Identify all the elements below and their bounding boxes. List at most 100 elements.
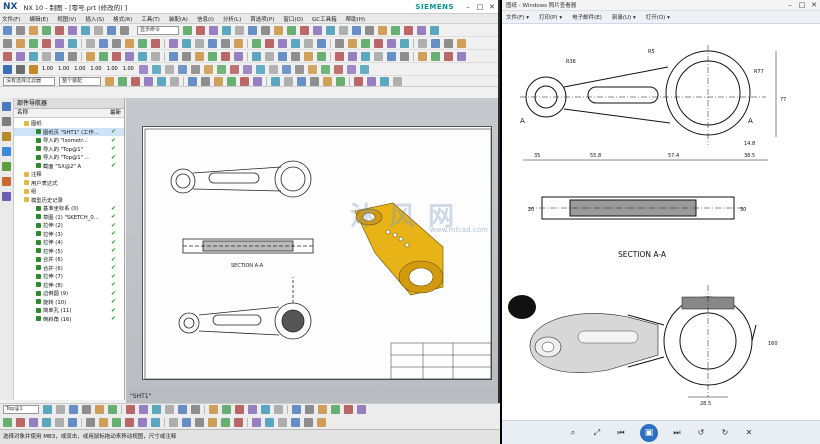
drawing-sheet[interactable]: SECTION A-A: [142, 126, 492, 380]
graphics-window[interactable]: SECTION A-A "SHT1": [126, 98, 498, 403]
navigator-row[interactable]: 拉伸 (5) ✔: [14, 247, 124, 256]
viewer-minimize-button[interactable]: –: [784, 0, 796, 11]
toolbar-button-icon[interactable]: [55, 38, 64, 48]
toolbar-button-icon[interactable]: [68, 25, 77, 35]
dimension-style-button[interactable]: 1.00: [58, 66, 69, 72]
toolbar-button-icon[interactable]: [95, 405, 104, 414]
toolbar-button-icon[interactable]: [164, 64, 174, 74]
toolbar-button-icon[interactable]: [112, 38, 121, 48]
toolbar-button-icon[interactable]: [69, 405, 78, 414]
navigator-row[interactable]: 拉伸 (3) ✔: [14, 230, 124, 239]
toolbar-button-icon[interactable]: [42, 25, 51, 35]
toolbar-button-icon[interactable]: [55, 25, 64, 35]
toolbar-button-icon[interactable]: [400, 51, 409, 61]
toolbar-button-icon[interactable]: [214, 76, 223, 86]
toolbar-button-icon[interactable]: [209, 405, 218, 414]
toolbar-button-icon[interactable]: [300, 25, 309, 35]
navigator-row[interactable]: 模型历史记录: [14, 196, 124, 205]
toolbar-button-icon[interactable]: [248, 25, 257, 35]
toolbar-button-icon[interactable]: [81, 25, 90, 35]
toolbar-button-icon[interactable]: [55, 417, 64, 427]
toolbar-button-icon[interactable]: [242, 64, 252, 74]
dimension-style-button[interactable]: 1.00: [107, 66, 118, 72]
toolbar-button-icon[interactable]: [195, 417, 204, 427]
toolbar-button-icon[interactable]: [108, 405, 117, 414]
navigator-row[interactable]: 导入的 "Top@1" ... ✔: [14, 153, 124, 162]
visibility-checkbox[interactable]: [36, 231, 41, 237]
toolbar-button-icon[interactable]: [387, 38, 396, 48]
toolbar-button-icon[interactable]: [274, 25, 283, 35]
toolbar-button-icon[interactable]: [144, 76, 153, 86]
web-tab-icon[interactable]: [2, 147, 11, 156]
toolbar-button-icon[interactable]: [234, 417, 243, 427]
toolbar-button-icon[interactable]: [457, 38, 466, 48]
toolbar-button-icon[interactable]: [120, 25, 129, 35]
toolbar-button-icon[interactable]: [361, 38, 370, 48]
toolbar-button-icon[interactable]: [261, 405, 270, 414]
visibility-checkbox[interactable]: [36, 290, 41, 296]
constraint-tab-icon[interactable]: [2, 132, 11, 141]
toolbar-button-icon[interactable]: [430, 25, 439, 35]
toolbar-button-icon[interactable]: [365, 25, 374, 35]
visibility-checkbox[interactable]: [36, 299, 41, 305]
navigator-row[interactable]: 拉伸 (4) ✔: [14, 238, 124, 247]
navigator-row[interactable]: 倒斜角 (16) ✔: [14, 315, 124, 324]
visibility-checkbox[interactable]: [36, 282, 41, 288]
toolbar-button-icon[interactable]: [151, 64, 161, 74]
toolbar-button-icon[interactable]: [177, 64, 187, 74]
toolbar-button-icon[interactable]: [252, 51, 261, 61]
navigator-tab-icon[interactable]: [2, 102, 11, 111]
toolbar-button-icon[interactable]: [169, 417, 178, 427]
toolbar-button-icon[interactable]: [178, 405, 187, 414]
toolbar-button-icon[interactable]: [391, 25, 400, 35]
toolbar-button-icon[interactable]: [29, 25, 38, 35]
toolbar-button-icon[interactable]: [3, 64, 12, 74]
navigator-row[interactable]: 截面 "SX@2" A ✔: [14, 162, 124, 171]
toolbar-button-icon[interactable]: [107, 25, 116, 35]
toolbar-button-icon[interactable]: [151, 38, 160, 48]
toolbar-button-icon[interactable]: [252, 417, 261, 427]
toolbar-button-icon[interactable]: [278, 417, 287, 427]
toolbar-button-icon[interactable]: [335, 51, 344, 61]
column-name[interactable]: 名称: [17, 109, 28, 117]
toolbar-button-icon[interactable]: [374, 51, 383, 61]
toolbar-button-icon[interactable]: [304, 38, 313, 48]
visibility-checkbox[interactable]: [36, 239, 41, 245]
visibility-checkbox[interactable]: [24, 188, 29, 194]
toolbar-button-icon[interactable]: [457, 51, 466, 61]
toolbar-button-icon[interactable]: [265, 38, 274, 48]
toolbar-button-icon[interactable]: [55, 51, 64, 61]
toolbar-button-icon[interactable]: [367, 76, 376, 86]
toolbar-button-icon[interactable]: [234, 51, 243, 61]
toolbar-button-icon[interactable]: [152, 405, 161, 414]
visibility-checkbox[interactable]: [24, 120, 29, 126]
toolbar-button-icon[interactable]: [320, 64, 330, 74]
toolbar-button-icon[interactable]: [326, 25, 335, 35]
close-button[interactable]: ✕: [486, 1, 498, 13]
toolbar-button-icon[interactable]: [221, 51, 230, 61]
menu-item[interactable]: GC工具箱: [312, 15, 337, 23]
toolbar-button-icon[interactable]: [139, 405, 148, 414]
menu-item[interactable]: 视图(V): [57, 15, 76, 23]
toolbar-button-icon[interactable]: [431, 38, 440, 48]
toolbar-button-icon[interactable]: [42, 38, 51, 48]
toolbar-button-icon[interactable]: [278, 38, 287, 48]
toolbar-button-icon[interactable]: [86, 417, 95, 427]
toolbar-button-icon[interactable]: [221, 417, 230, 427]
slideshow-button[interactable]: ▣: [640, 423, 658, 442]
toolbar-button-icon[interactable]: [16, 25, 25, 35]
toolbar-button-icon[interactable]: [138, 38, 147, 48]
roles-tab-icon[interactable]: [2, 192, 11, 201]
toolbar-button-icon[interactable]: [361, 51, 370, 61]
toolbar-button-icon[interactable]: [253, 76, 262, 86]
menu-item[interactable]: 信息(I): [197, 15, 214, 23]
toolbar-button-icon[interactable]: [271, 76, 280, 86]
toolbar-button-icon[interactable]: [335, 38, 344, 48]
toolbar-button-icon[interactable]: [304, 417, 313, 427]
toolbar-button-icon[interactable]: [118, 76, 127, 86]
toolbar-button-icon[interactable]: [208, 38, 217, 48]
toolbar-button-icon[interactable]: [16, 417, 25, 427]
toolbar-button-icon[interactable]: [208, 51, 217, 61]
menu-item[interactable]: 格式(R): [113, 15, 132, 23]
toolbar-button-icon[interactable]: [444, 51, 453, 61]
